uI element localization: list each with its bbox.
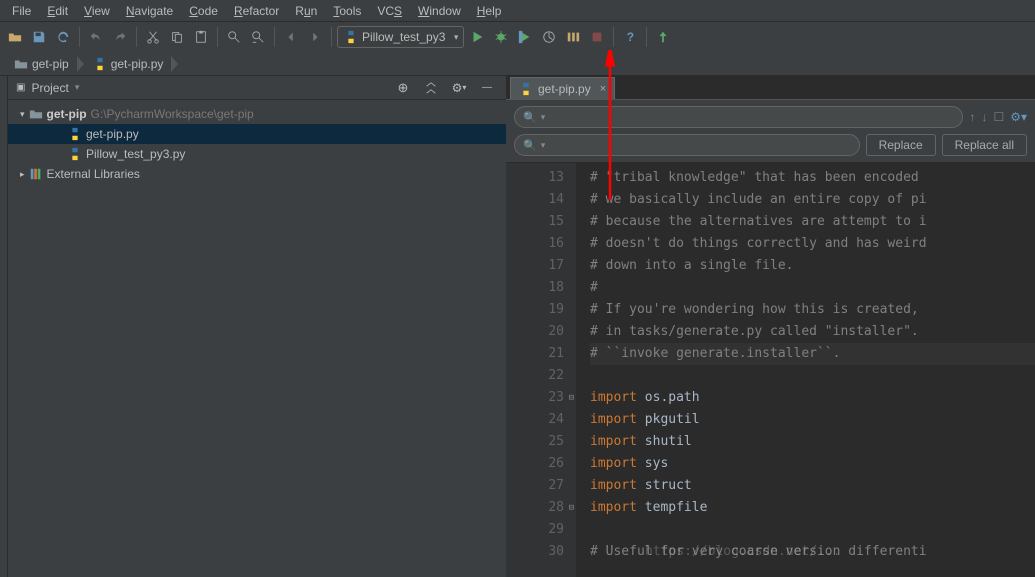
folder-icon xyxy=(29,107,43,121)
replace-all-button[interactable]: Replace all xyxy=(942,134,1027,156)
settings-icon[interactable]: ⚙▾ xyxy=(448,77,470,99)
editor-tabs: get-pip.py × xyxy=(506,76,1035,100)
tree-file[interactable]: Pillow_test_py3.py xyxy=(8,144,506,164)
find-icon[interactable] xyxy=(223,26,245,48)
expand-icon: ▾ xyxy=(20,109,25,120)
nav-breadcrumb: get-pip get-pip.py xyxy=(0,52,1035,76)
tree-root-name: get-pip xyxy=(47,107,87,121)
back-icon[interactable] xyxy=(280,26,302,48)
prev-match-icon[interactable]: ↑ xyxy=(969,110,975,124)
concurrency-icon[interactable] xyxy=(562,26,584,48)
crumb-label: get-pip.py xyxy=(111,57,164,71)
python-icon xyxy=(344,30,358,44)
tree-external-libs[interactable]: ▸ External Libraries xyxy=(8,164,506,184)
open-icon[interactable] xyxy=(4,26,26,48)
update-icon[interactable] xyxy=(652,26,674,48)
tree-root-path: G:\PycharmWorkspace\get-pip xyxy=(91,107,254,121)
sync-icon[interactable] xyxy=(52,26,74,48)
help-icon[interactable]: ? xyxy=(619,26,641,48)
separator xyxy=(613,27,614,47)
menu-view[interactable]: View xyxy=(76,2,118,20)
collapse-all-icon[interactable] xyxy=(420,77,442,99)
forward-icon[interactable] xyxy=(304,26,326,48)
replace-icon[interactable] xyxy=(247,26,269,48)
menu-vcs[interactable]: VCS xyxy=(369,2,410,20)
project-tool-window: ▣ Project ▾ ⊕ ⚙▾ — ▾ get-pip G:\PycharmW… xyxy=(8,76,506,577)
find-replace-bar: ↑ ↓ ☐ ⚙▾ Replace Replace all xyxy=(506,100,1035,163)
python-icon xyxy=(68,147,82,161)
python-icon xyxy=(68,127,82,141)
tree-root[interactable]: ▾ get-pip G:\PycharmWorkspace\get-pip xyxy=(8,104,506,124)
python-icon xyxy=(93,57,107,71)
replace-button[interactable]: Replace xyxy=(866,134,936,156)
line-gutter: 131415161718192021222324252627282930 xyxy=(506,163,576,577)
python-icon xyxy=(519,82,533,96)
code-editor[interactable]: 131415161718192021222324252627282930 # "… xyxy=(506,163,1035,577)
separator xyxy=(274,27,275,47)
hide-icon[interactable]: — xyxy=(476,77,498,99)
separator xyxy=(136,27,137,47)
menu-edit[interactable]: Edit xyxy=(39,2,76,20)
crumb-label: get-pip xyxy=(32,57,69,71)
undo-icon[interactable] xyxy=(85,26,107,48)
menu-run[interactable]: Run xyxy=(287,2,325,20)
coverage-icon[interactable] xyxy=(514,26,536,48)
save-icon[interactable] xyxy=(28,26,50,48)
expand-icon: ▸ xyxy=(20,169,25,180)
dropdown-icon[interactable]: ▾ xyxy=(75,82,80,93)
search-input[interactable] xyxy=(514,106,963,128)
tree-file-name: get-pip.py xyxy=(86,127,139,141)
redo-icon[interactable] xyxy=(109,26,131,48)
profile-icon[interactable] xyxy=(538,26,560,48)
run-config-label: Pillow_test_py3 xyxy=(362,30,445,44)
separator xyxy=(217,27,218,47)
tree-external-label: External Libraries xyxy=(47,167,140,181)
search-settings-icon[interactable]: ⚙▾ xyxy=(1010,110,1027,124)
separator xyxy=(79,27,80,47)
next-match-icon[interactable]: ↓ xyxy=(981,110,987,124)
stop-icon[interactable] xyxy=(586,26,608,48)
menubar: File Edit View Navigate Code Refactor Ru… xyxy=(0,0,1035,22)
project-tree: ▾ get-pip G:\PycharmWorkspace\get-pip ge… xyxy=(8,100,506,577)
editor-tab[interactable]: get-pip.py × xyxy=(510,77,615,99)
menu-help[interactable]: Help xyxy=(469,2,510,20)
library-icon xyxy=(29,167,43,181)
copy-icon[interactable] xyxy=(166,26,188,48)
separator xyxy=(646,27,647,47)
cut-icon[interactable] xyxy=(142,26,164,48)
replace-input[interactable] xyxy=(514,134,860,156)
crumb-file[interactable]: get-pip.py xyxy=(85,54,172,74)
close-icon[interactable]: × xyxy=(600,83,606,95)
menu-code[interactable]: Code xyxy=(181,2,226,20)
crumb-project[interactable]: get-pip xyxy=(6,54,77,74)
collapse-icon[interactable]: ▣ xyxy=(16,82,25,93)
locate-icon[interactable]: ⊕ xyxy=(392,77,414,99)
main-toolbar: Pillow_test_py3 ? xyxy=(0,22,1035,52)
run-icon[interactable] xyxy=(466,26,488,48)
menu-navigate[interactable]: Navigate xyxy=(118,2,181,20)
menu-window[interactable]: Window xyxy=(410,2,469,20)
editor-area: get-pip.py × ↑ ↓ ☐ ⚙▾ Replace Replace al… xyxy=(506,76,1035,577)
tree-file[interactable]: get-pip.py xyxy=(8,124,506,144)
menu-refactor[interactable]: Refactor xyxy=(226,2,287,20)
panel-title: Project xyxy=(31,81,68,95)
select-all-icon[interactable]: ☐ xyxy=(993,110,1004,124)
tree-file-name: Pillow_test_py3.py xyxy=(86,147,185,161)
editor-tab-label: get-pip.py xyxy=(538,82,591,96)
run-config-selector[interactable]: Pillow_test_py3 xyxy=(337,26,464,48)
paste-icon[interactable] xyxy=(190,26,212,48)
menu-tools[interactable]: Tools xyxy=(325,2,369,20)
debug-icon[interactable] xyxy=(490,26,512,48)
folder-icon xyxy=(14,57,28,71)
separator xyxy=(331,27,332,47)
menu-file[interactable]: File xyxy=(4,2,39,20)
tool-window-stripe[interactable] xyxy=(0,76,8,577)
